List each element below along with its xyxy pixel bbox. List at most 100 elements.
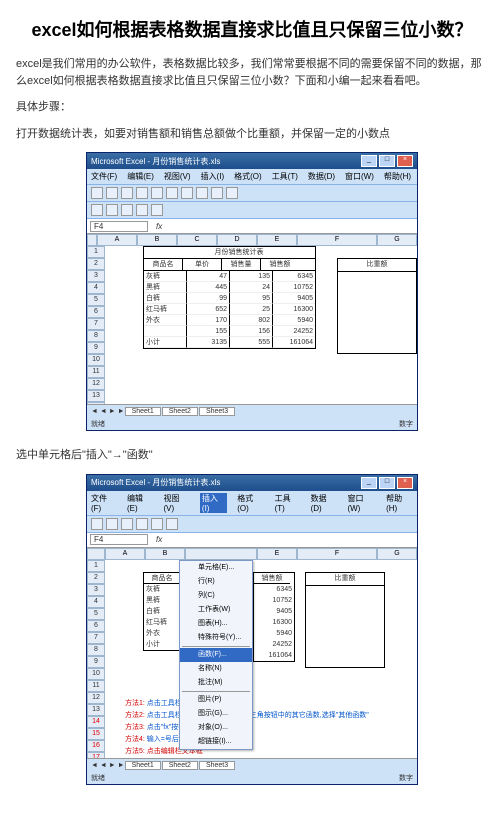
- cell[interactable]: 135: [230, 271, 273, 282]
- fx-label[interactable]: fx: [156, 222, 162, 231]
- row-header[interactable]: 1: [87, 246, 105, 258]
- menu-item-object[interactable]: 对象(O)...: [180, 721, 252, 735]
- col-header-g[interactable]: G: [377, 548, 417, 560]
- sheet-tab[interactable]: Sheet2: [162, 407, 198, 416]
- toolbar-icon[interactable]: [91, 204, 103, 216]
- menu-data[interactable]: 数据(D): [308, 171, 335, 182]
- sheet-tab[interactable]: Sheet3: [199, 761, 235, 770]
- menu-data[interactable]: 数据(D): [311, 493, 338, 513]
- toolbar-icon[interactable]: [136, 518, 148, 530]
- row-header[interactable]: 17: [87, 752, 105, 758]
- row-header[interactable]: 6: [87, 620, 105, 632]
- cell[interactable]: 白裤: [144, 606, 184, 617]
- cell[interactable]: 6345: [273, 271, 315, 282]
- ratio-column-outline[interactable]: [305, 583, 385, 668]
- row-header[interactable]: 10: [87, 668, 105, 680]
- cell[interactable]: 9405: [254, 606, 294, 617]
- cell[interactable]: 5940: [254, 628, 294, 639]
- menu-edit[interactable]: 编辑(E): [127, 493, 153, 513]
- cell[interactable]: 47: [187, 271, 230, 282]
- cell[interactable]: 652: [187, 304, 230, 315]
- ratio-column-outline[interactable]: [337, 269, 417, 354]
- toolbar-icon[interactable]: [121, 204, 133, 216]
- col-header-e[interactable]: E: [257, 234, 297, 246]
- col-header-c[interactable]: [185, 548, 257, 560]
- menu-insert[interactable]: 插入(I): [200, 493, 227, 513]
- col-header-g[interactable]: G: [377, 234, 417, 246]
- maximize-button[interactable]: □: [379, 155, 395, 167]
- menu-window[interactable]: 窗口(W): [347, 493, 376, 513]
- sheet-tab[interactable]: Sheet2: [162, 761, 198, 770]
- cell[interactable]: 156: [230, 326, 273, 337]
- excel-grid[interactable]: A B E F G 1 2 3 4 5 6 7 8 9 10: [87, 548, 417, 758]
- close-button[interactable]: ×: [397, 155, 413, 167]
- menu-window[interactable]: 窗口(W): [345, 171, 374, 182]
- col-header-b[interactable]: B: [137, 234, 177, 246]
- cell[interactable]: 红马裤: [144, 617, 184, 628]
- toolbar-icon[interactable]: [136, 204, 148, 216]
- row-header[interactable]: 13: [87, 390, 105, 402]
- row-header[interactable]: 1: [87, 560, 105, 572]
- col-header-c[interactable]: C: [177, 234, 217, 246]
- cell[interactable]: 红马裤: [144, 304, 187, 315]
- row-header[interactable]: 9: [87, 342, 105, 354]
- menu-insert[interactable]: 插入(I): [201, 171, 225, 182]
- toolbar-icon[interactable]: [106, 204, 118, 216]
- menu-format[interactable]: 格式(O): [237, 493, 264, 513]
- row-header[interactable]: 7: [87, 318, 105, 330]
- toolbar-icon[interactable]: [106, 187, 118, 199]
- cell[interactable]: 3135: [187, 337, 230, 348]
- row-header[interactable]: 8: [87, 644, 105, 656]
- cell[interactable]: 小计: [144, 639, 184, 650]
- col-header-d[interactable]: D: [217, 234, 257, 246]
- cell[interactable]: 25: [230, 304, 273, 315]
- cell[interactable]: [144, 326, 187, 337]
- col-header-f[interactable]: F: [297, 548, 377, 560]
- cell[interactable]: 24252: [273, 326, 315, 337]
- toolbar-icon[interactable]: [106, 518, 118, 530]
- toolbar-icon[interactable]: [166, 187, 178, 199]
- menu-item-diagram[interactable]: 图示(G)...: [180, 707, 252, 721]
- row-header[interactable]: 4: [87, 282, 105, 294]
- cell[interactable]: 灰裤: [144, 584, 184, 595]
- row-header[interactable]: 5: [87, 608, 105, 620]
- cell[interactable]: 10752: [273, 282, 315, 293]
- menu-item-name[interactable]: 名称(N): [180, 662, 252, 676]
- menu-item-rows[interactable]: 行(R): [180, 575, 252, 589]
- cell[interactable]: 155: [187, 326, 230, 337]
- row-header[interactable]: 11: [87, 680, 105, 692]
- minimize-button[interactable]: _: [361, 155, 377, 167]
- row-header[interactable]: 6: [87, 306, 105, 318]
- row-header[interactable]: 12: [87, 692, 105, 704]
- menu-format[interactable]: 格式(O): [234, 171, 262, 182]
- menu-item-function[interactable]: 函数(F)...: [180, 648, 252, 662]
- cell[interactable]: 555: [230, 337, 273, 348]
- sheet-tab[interactable]: Sheet3: [199, 407, 235, 416]
- col-header-f[interactable]: F: [297, 234, 377, 246]
- sheet-tab[interactable]: Sheet1: [125, 407, 161, 416]
- row-header[interactable]: 13: [87, 704, 105, 716]
- toolbar-icon[interactable]: [151, 204, 163, 216]
- menu-item-chart[interactable]: 图表(H)...: [180, 617, 252, 631]
- col-header-b[interactable]: B: [145, 548, 185, 560]
- cell[interactable]: 161064: [273, 337, 315, 348]
- toolbar-icon[interactable]: [181, 187, 193, 199]
- menu-item-hyperlink[interactable]: 超链接(I)...: [180, 735, 252, 749]
- row-header[interactable]: 5: [87, 294, 105, 306]
- cell[interactable]: 161064: [254, 650, 294, 661]
- cell[interactable]: 外衣: [144, 315, 187, 326]
- row-header[interactable]: 10: [87, 354, 105, 366]
- row-header[interactable]: 12: [87, 378, 105, 390]
- menu-item-cols[interactable]: 列(C): [180, 589, 252, 603]
- menu-item-symbol[interactable]: 特殊符号(Y)...: [180, 631, 252, 645]
- cell[interactable]: 灰裤: [144, 271, 187, 282]
- row-header[interactable]: 2: [87, 572, 105, 584]
- row-header[interactable]: 14: [87, 716, 105, 728]
- menu-item-picture[interactable]: 图片(P): [180, 693, 252, 707]
- cell[interactable]: 170: [187, 315, 230, 326]
- row-header[interactable]: 15: [87, 728, 105, 740]
- cell[interactable]: 黑裤: [144, 282, 187, 293]
- menu-file[interactable]: 文件(F): [91, 493, 117, 513]
- cell[interactable]: 5940: [273, 315, 315, 326]
- row-header[interactable]: 3: [87, 270, 105, 282]
